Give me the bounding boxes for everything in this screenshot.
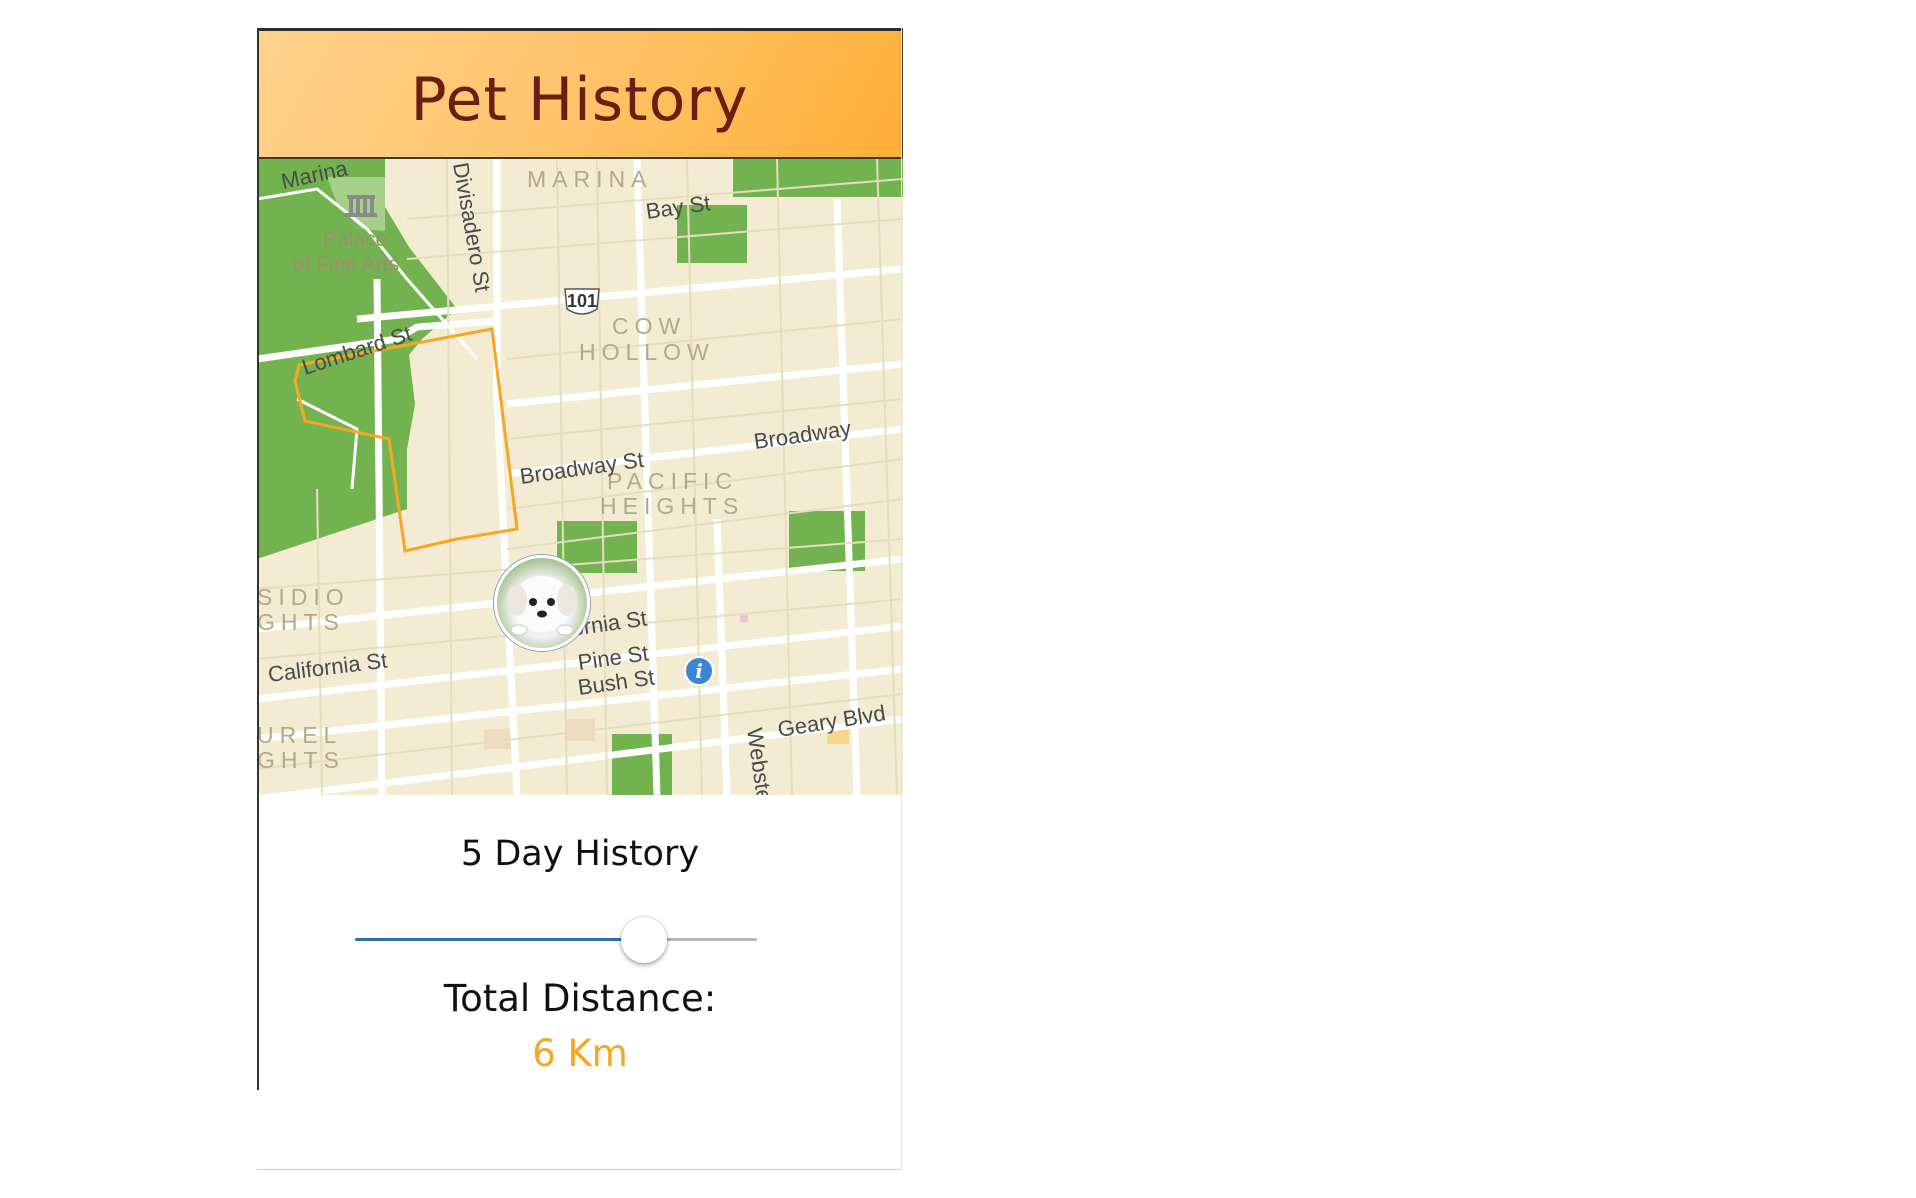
district-label-laurel-2: GHTS: [257, 747, 345, 773]
district-label-hollow: HOLLOW: [579, 339, 715, 365]
poi-label-palace-2: of Fine Arts: [293, 253, 399, 276]
slider-thumb[interactable]: [621, 917, 667, 963]
puppy-avatar-icon: [507, 576, 577, 636]
phone-bottom-edge: [257, 1169, 902, 1170]
header-bar: Pet History: [257, 28, 903, 159]
highway-shield-label: 101: [567, 291, 597, 311]
info-icon[interactable]: i: [684, 656, 714, 686]
map-view[interactable]: 101 MARINA COW HOLLOW PACIFIC HEIGHTS SI…: [257, 159, 903, 795]
history-slider[interactable]: [355, 917, 757, 963]
map-canvas: 101 MARINA COW HOLLOW PACIFIC HEIGHTS SI…: [257, 159, 903, 795]
district-label-presidio-1: SIDIO: [257, 584, 350, 610]
district-label-laurel-1: UREL: [257, 722, 342, 748]
phone-left-edge: [257, 28, 259, 1090]
page-title: Pet History: [410, 65, 749, 135]
phone-right-edge: [901, 28, 902, 1170]
district-label-presidio-2: GHTS: [257, 609, 345, 635]
poi-label-palace-1: Palace: [323, 228, 387, 251]
history-label: 5 Day History: [460, 834, 700, 874]
total-distance-value: 6 Km: [532, 1032, 628, 1075]
district-label-heights: HEIGHTS: [600, 493, 744, 519]
park-bottom: [612, 734, 672, 795]
phone-screen: Pet History 101 MARINA COW HOLLOW PACIFI…: [257, 28, 903, 1170]
total-distance-label: Total Distance:: [443, 977, 717, 1020]
highway-101-shield: 101: [564, 288, 600, 315]
block-pink: [740, 614, 748, 622]
slider-fill: [355, 938, 644, 941]
district-label-marina: MARINA: [527, 166, 652, 192]
pet-location-marker[interactable]: [494, 555, 590, 651]
district-label-cow: COW: [612, 313, 686, 339]
